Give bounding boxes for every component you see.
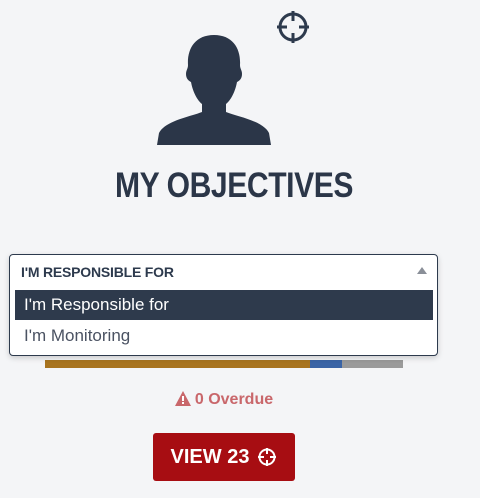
dropdown-selected-value[interactable]: I'M RESPONSIBLE FOR xyxy=(10,255,437,289)
responsibility-dropdown[interactable]: I'M RESPONSIBLE FOR I'm Responsible for … xyxy=(9,254,438,356)
view-button-label: VIEW 23 xyxy=(170,445,250,468)
warning-triangle-icon xyxy=(174,391,191,406)
dropdown-option-monitoring[interactable]: I'm Monitoring xyxy=(15,321,433,351)
user-silhouette-icon xyxy=(157,35,271,145)
progress-segment-other xyxy=(342,360,403,368)
progress-segment-on-track xyxy=(45,360,310,368)
objectives-progress-bar xyxy=(45,360,403,368)
overdue-status: 0 Overdue xyxy=(0,391,448,409)
dropdown-selected-label: I'M RESPONSIBLE FOR xyxy=(21,264,174,280)
caret-up-icon[interactable] xyxy=(417,267,427,274)
dropdown-option-responsible[interactable]: I'm Responsible for xyxy=(15,290,433,320)
progress-segment-complete xyxy=(309,360,343,368)
crosshair-target-icon[interactable] xyxy=(276,10,310,44)
view-objectives-button[interactable]: VIEW 23 xyxy=(153,433,295,481)
page-title: MY OBJECTIVES xyxy=(114,166,354,205)
crosshair-target-icon xyxy=(258,448,277,466)
overdue-text: 0 Overdue xyxy=(194,391,274,408)
